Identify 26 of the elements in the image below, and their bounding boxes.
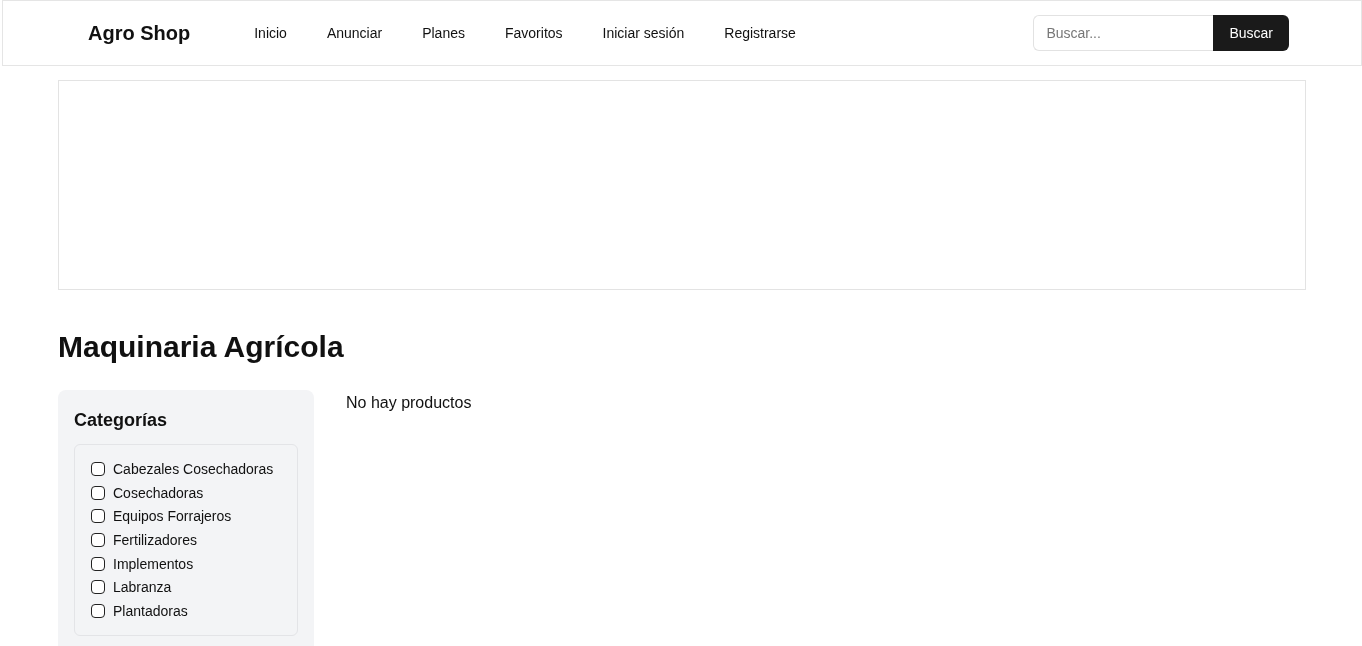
checkbox[interactable] [91, 556, 105, 571]
search-button[interactable]: Buscar [1213, 15, 1289, 51]
checkbox[interactable] [91, 509, 105, 524]
category-label[interactable]: Equipos Forrajeros [113, 508, 232, 525]
site-logo[interactable]: Agro Shop [88, 21, 191, 45]
checkbox[interactable] [91, 533, 105, 547]
checkbox[interactable] [91, 604, 105, 619]
page-title: Maquinaria Agrícola [58, 330, 345, 364]
nav-link[interactable]: Planes [422, 25, 465, 41]
search-field[interactable]: Buscar... [1033, 15, 1214, 51]
nav-link[interactable]: Registrarse [724, 25, 796, 41]
empty-message: No hay productos [346, 394, 472, 412]
category-label[interactable]: Cabezales Cosechadoras [113, 460, 274, 477]
panel-title: Categorías [74, 410, 169, 431]
category-label[interactable]: Cosechadoras [113, 484, 204, 501]
nav-link[interactable]: Favoritos [505, 25, 563, 41]
category-label[interactable]: Fertilizadores [113, 532, 198, 548]
category-label[interactable]: Labranza [113, 579, 172, 596]
checkbox[interactable] [91, 461, 105, 476]
checkbox[interactable] [91, 485, 105, 500]
nav-link[interactable]: Iniciar sesión [602, 25, 685, 41]
nav-link[interactable]: Inicio [254, 25, 287, 41]
category-label[interactable]: Plantadoras [113, 603, 188, 620]
category-label[interactable]: Implementos [113, 555, 194, 572]
nav-link[interactable]: Anunciar [326, 25, 383, 41]
checkbox[interactable] [91, 580, 105, 595]
